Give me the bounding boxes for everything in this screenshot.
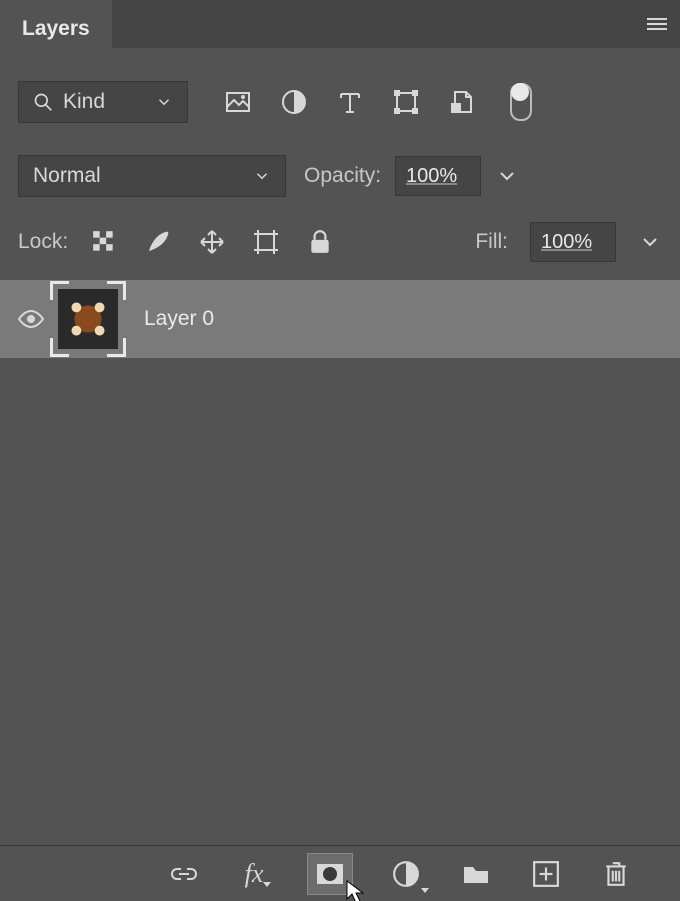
link-layers-button[interactable] xyxy=(167,857,201,891)
filter-kind-dropdown[interactable]: Kind xyxy=(18,81,188,123)
lock-artboard-icon[interactable] xyxy=(252,228,280,256)
adjustment-layer-button[interactable] xyxy=(389,857,423,891)
layer-style-button[interactable]: fx xyxy=(237,857,271,891)
plus-square-icon xyxy=(532,860,560,888)
blend-row: Normal Opacity: 100% xyxy=(0,154,680,198)
lock-all-icon[interactable] xyxy=(306,228,334,256)
fill-value-input[interactable]: 100% xyxy=(530,222,616,262)
new-group-button[interactable] xyxy=(459,857,493,891)
panel-menu-button[interactable] xyxy=(634,0,680,48)
chevron-down-icon xyxy=(155,93,173,111)
layer-visibility-toggle[interactable] xyxy=(10,309,52,329)
opacity-slider-toggle[interactable] xyxy=(495,164,519,188)
layer-thumbnail[interactable] xyxy=(52,283,124,355)
layer-filter-row: Kind xyxy=(0,78,680,126)
opacity-label[interactable]: Opacity: xyxy=(304,164,381,188)
link-icon xyxy=(170,860,198,888)
layer-mask-button[interactable] xyxy=(307,853,353,895)
filter-shape-layers-icon[interactable] xyxy=(392,88,420,116)
blend-mode-dropdown[interactable]: Normal xyxy=(18,155,286,197)
delete-layer-button[interactable] xyxy=(599,857,633,891)
layers-bottom-toolbar: fx xyxy=(0,845,680,901)
chevron-down-icon xyxy=(253,167,271,185)
new-layer-button[interactable] xyxy=(529,857,563,891)
lock-transparency-icon[interactable] xyxy=(90,228,118,256)
lock-label: Lock: xyxy=(18,230,68,254)
layers-panel: Layers Kind Normal Opacity: 100% Lo xyxy=(0,0,680,901)
filter-toggle[interactable] xyxy=(510,83,532,121)
fill-label[interactable]: Fill: xyxy=(475,230,508,254)
search-icon xyxy=(33,92,53,112)
filter-kind-label: Kind xyxy=(63,90,145,114)
panel-tabbar: Layers xyxy=(0,0,680,48)
layers-list: Layer 0 xyxy=(0,280,680,358)
opacity-value-input[interactable]: 100% xyxy=(395,156,481,196)
half-circle-icon xyxy=(392,860,420,888)
mask-icon xyxy=(316,860,344,888)
lock-row: Lock: Fill: 100% xyxy=(0,220,680,264)
fill-slider-toggle[interactable] xyxy=(638,230,662,254)
blend-mode-value: Normal xyxy=(33,164,253,188)
folder-icon xyxy=(462,860,490,888)
lock-pixels-icon[interactable] xyxy=(144,228,172,256)
lock-position-icon[interactable] xyxy=(198,228,226,256)
layer-name-label[interactable]: Layer 0 xyxy=(144,307,214,331)
tab-layers[interactable]: Layers xyxy=(0,0,112,48)
smart-object-corners-icon xyxy=(52,283,124,355)
fx-icon: fx xyxy=(245,859,264,889)
eye-icon xyxy=(17,309,45,329)
filter-pixel-layers-icon[interactable] xyxy=(224,88,252,116)
trash-icon xyxy=(602,860,630,888)
filter-type-layers-icon[interactable] xyxy=(336,88,364,116)
filter-smart-objects-icon[interactable] xyxy=(448,88,476,116)
layer-row[interactable]: Layer 0 xyxy=(0,280,680,358)
filter-adjustment-layers-icon[interactable] xyxy=(280,88,308,116)
